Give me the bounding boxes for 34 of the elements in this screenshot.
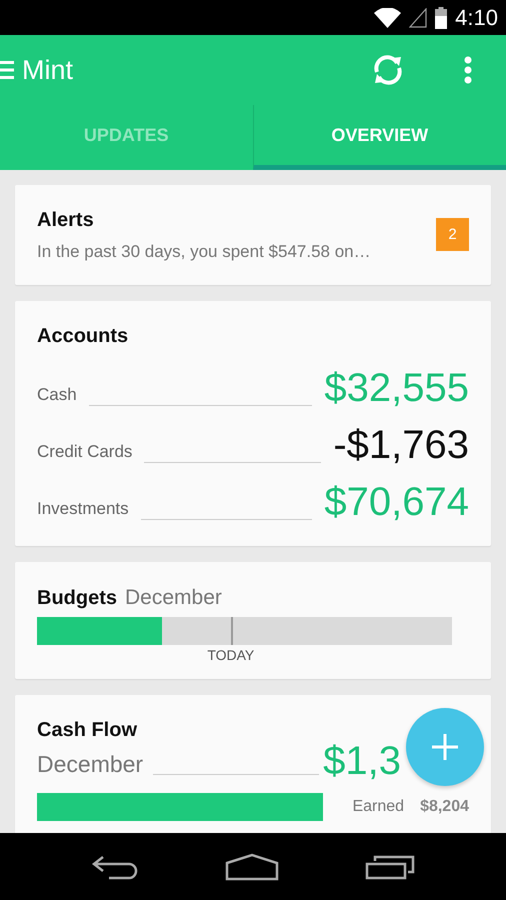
account-balance: -$1,763 (333, 422, 469, 468)
budgets-card[interactable]: Budgets December TODAY (15, 562, 491, 679)
today-label: TODAY (207, 646, 254, 665)
account-balance: $70,674 (324, 478, 469, 526)
signal-icon (409, 8, 428, 28)
card-title: Cash Flow (37, 718, 138, 743)
cash-flow-period: December (37, 750, 144, 778)
earned-amount: $8,204 (420, 797, 469, 817)
budget-period: December (125, 584, 222, 610)
app-title: Mint (22, 54, 74, 87)
card-title: Alerts (37, 208, 95, 233)
alert-message: In the past 30 days, you spent $547.58 on… (37, 241, 372, 263)
battery-icon (435, 6, 448, 28)
card-title: Budgets (37, 586, 117, 610)
plus-icon (432, 734, 458, 760)
back-icon[interactable] (91, 854, 139, 880)
card-title: Accounts (37, 324, 130, 348)
earned-label: Earned (352, 797, 404, 817)
cash-flow-amount: $1,3 (323, 741, 401, 781)
alert-count: 2 (436, 218, 469, 252)
accounts-card[interactable]: Accounts Cash $32,555 Credit Cards -$1,763 Investments $70,674 (15, 300, 491, 546)
recent-apps-icon[interactable] (365, 854, 415, 880)
home-icon[interactable] (225, 852, 279, 880)
account-name: Cash (37, 384, 77, 406)
refresh-icon[interactable] (372, 54, 404, 86)
cash-flow-card[interactable]: Cash Flow December $1,3 Earned $8,204 (15, 695, 491, 833)
account-name: Investments (37, 498, 129, 520)
alerts-card[interactable]: Alerts In the past 30 days, you spent $547.58 on… 2 (15, 185, 491, 284)
account-balance: $32,555 (324, 364, 469, 412)
wifi-icon (374, 8, 402, 28)
account-name: Credit Cards (37, 441, 132, 463)
menu-icon[interactable] (0, 60, 14, 80)
more-options-icon[interactable] (464, 56, 472, 84)
clock-time: 4:10 (455, 4, 498, 32)
